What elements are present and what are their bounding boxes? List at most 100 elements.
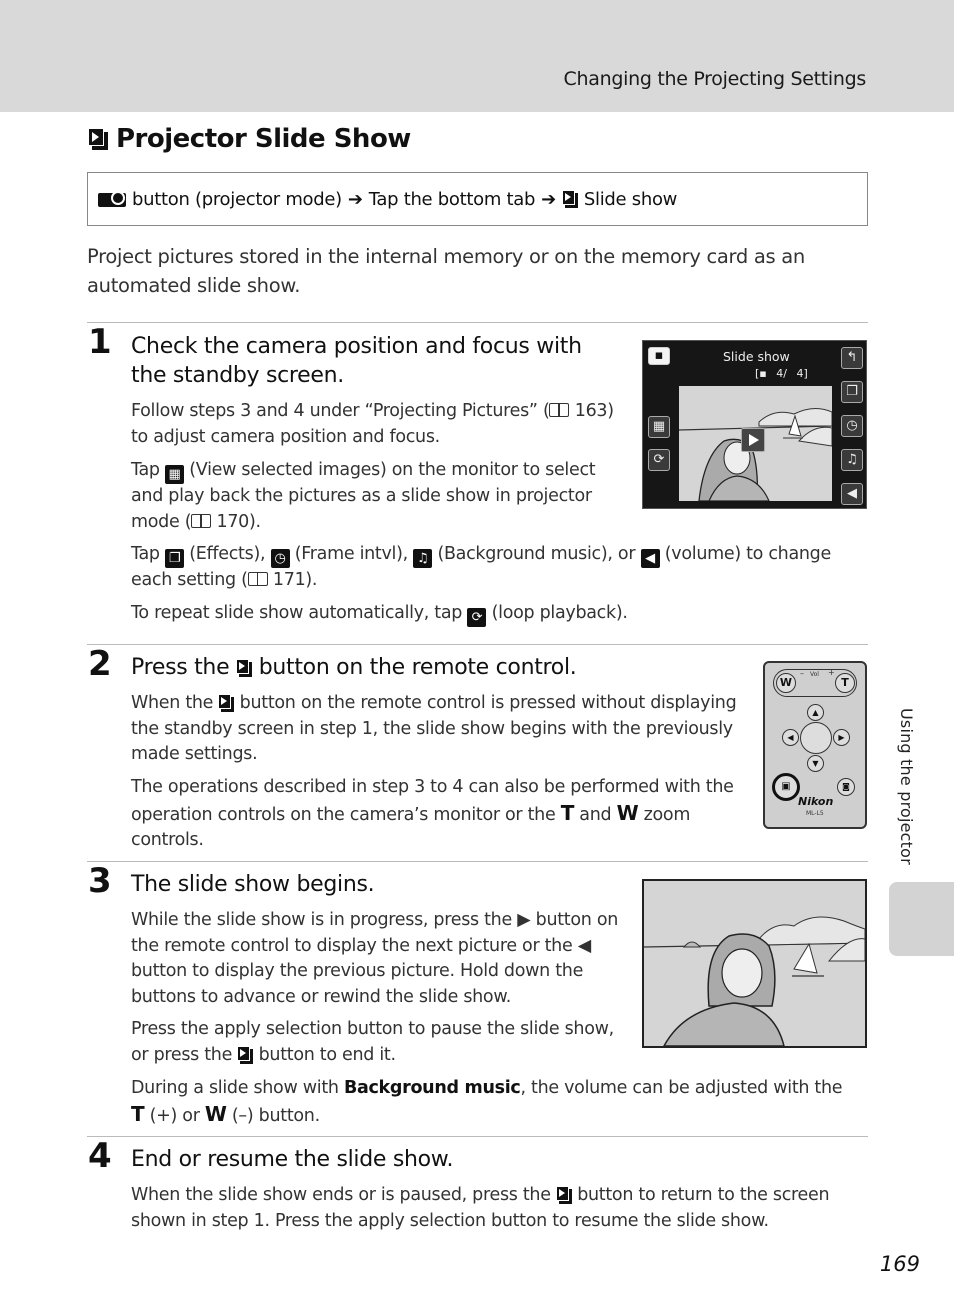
loop-playback-icon: ⟳ (467, 608, 487, 627)
volume-icon: ◀ (841, 483, 863, 505)
step-title: The slide show begins. (131, 872, 375, 897)
preview-photo (679, 386, 832, 501)
slide-show-button: ▣ (772, 773, 800, 801)
music-icon: ♫ (413, 549, 433, 568)
frame-interval-icon: ◷ (270, 549, 290, 568)
model-label: ML-L5 (806, 810, 824, 817)
text: (Effects), (189, 544, 266, 564)
brand-label: Nikon (798, 795, 834, 808)
text: (–) button. (231, 1105, 320, 1126)
slide-show-icon (236, 659, 253, 677)
book-reference-icon (247, 572, 268, 586)
step-paragraph: When the slide show ends or is paused, p… (131, 1183, 851, 1234)
divider (87, 1136, 868, 1137)
divider (87, 322, 868, 323)
zoom-wide-symbol: W (204, 1101, 227, 1126)
nav-step-slide-show: Slide show (583, 188, 678, 210)
text: While the slide show is in progress, pre… (131, 910, 512, 930)
slide-show-icon (555, 1186, 572, 1204)
step-number: 3 (88, 861, 112, 901)
zoom-tele-symbol: T (131, 1101, 145, 1126)
divider (87, 644, 868, 645)
section-title: Changing the Projecting Settings (563, 68, 867, 90)
camera-standby-screen: ▪ Slide show [▪ 4/ 4] ▦ ⟳ ↰ ❐ ◷ ♫ ◀ (642, 340, 867, 509)
nav-step-tap-tab: Tap the bottom tab (368, 188, 536, 210)
projector-mode-icon: ▪ (648, 347, 670, 365)
page-title-text: Projector Slide Show (116, 124, 411, 154)
text: Press the (131, 655, 230, 680)
slide-show-icon (237, 1045, 254, 1064)
step-title: Check the camera position and focus with… (131, 334, 582, 388)
text: button to display the previous picture. … (131, 961, 584, 1007)
slide-show-icon (88, 128, 108, 150)
page-title: Projector Slide Show (88, 124, 411, 154)
effects-icon: ❐ (165, 549, 184, 568)
effects-icon: ❐ (841, 381, 863, 403)
text: , the volume can be adjusted with the (520, 1078, 843, 1098)
page-ref: 171). (272, 570, 318, 590)
left-button: ◀ (782, 729, 799, 746)
text: Tap (131, 460, 160, 480)
up-button: ▲ (807, 704, 824, 721)
page-ref: 163) (574, 401, 614, 421)
left-arrow-icon: ◀ (577, 935, 591, 956)
text: Tap (131, 544, 160, 564)
minus-label: – (800, 669, 804, 678)
slide-show-icon (218, 694, 235, 712)
step-paragraph: While the slide show is in progress, pre… (131, 908, 621, 1010)
projector-mode-icon (98, 190, 126, 208)
text: and (579, 804, 612, 825)
setting-name: Background music (343, 1078, 521, 1098)
text: (Frame intvl), (294, 544, 408, 564)
page-number: 169 (879, 1252, 920, 1276)
music-icon: ♫ (841, 449, 863, 471)
step-paragraph: During a slide show with Background musi… (131, 1076, 851, 1129)
step-number: 4 (88, 1136, 112, 1176)
apply-button (800, 722, 832, 754)
step-paragraph: When the button on the remote control is… (131, 691, 741, 768)
zoom-tele-symbol: T (560, 800, 575, 825)
view-selected-icon: ▦ (165, 465, 184, 484)
text: (loop playback). (491, 603, 628, 623)
text: To repeat slide show automatically, tap (131, 603, 463, 623)
play-button (741, 428, 765, 452)
w-button: W (776, 673, 796, 693)
step-number: 1 (88, 322, 112, 362)
text: Follow steps 3 and 4 under “Projecting P… (131, 401, 550, 421)
remote-control-illustration: W T Vol – + ▲ ▼ ◀ ▶ ▣ ◙ Nikon ML-L5 (763, 661, 867, 829)
screen-title: Slide show (723, 349, 790, 364)
text: button on the remote control. (258, 655, 577, 680)
right-arrow-icon: ▶ (517, 910, 531, 930)
t-button: T (835, 673, 855, 693)
plus-label: + (828, 668, 835, 677)
view-selected-icon: ▦ (648, 416, 670, 438)
volume-icon: ◀ (640, 549, 660, 568)
loop-playback-icon: ⟳ (648, 449, 670, 471)
frame-counter: [▪ 4/ 4] (755, 367, 808, 380)
slide-show-photo (642, 879, 867, 1048)
book-reference-icon (549, 403, 570, 417)
portrait-illustration (644, 916, 865, 1046)
projector-button: ◙ (837, 778, 855, 796)
text: When the (131, 693, 214, 713)
page-ref: 170). (216, 511, 262, 532)
step-title: Press the button on the remote control. (131, 653, 731, 682)
step-title: End or resume the slide show. (131, 1147, 454, 1172)
chapter-tab[interactable] (889, 882, 954, 956)
right-button: ▶ (833, 729, 850, 746)
down-button: ▼ (807, 755, 824, 772)
text: (Background music), or (437, 544, 636, 564)
zoom-wide-symbol: W (616, 800, 639, 825)
frame-interval-icon: ◷ (841, 415, 863, 437)
step-paragraph: Press the apply selection button to paus… (131, 1017, 621, 1068)
text: When the slide show ends or is paused, p… (131, 1185, 551, 1205)
navigation-path-box: button (projector mode) ➔ Tap the bottom… (87, 172, 868, 226)
text: (+) or (149, 1105, 200, 1126)
step-paragraph: Tap ❐ (Effects), ◷ (Frame intvl), ♫ (Bac… (131, 542, 851, 594)
header-band (0, 0, 954, 112)
step-number: 2 (88, 644, 112, 684)
step-paragraph: To repeat slide show automatically, tap … (131, 601, 851, 627)
vol-label: Vol (810, 671, 819, 678)
arrow-right-icon: ➔ (347, 188, 363, 210)
book-reference-icon (191, 513, 212, 528)
